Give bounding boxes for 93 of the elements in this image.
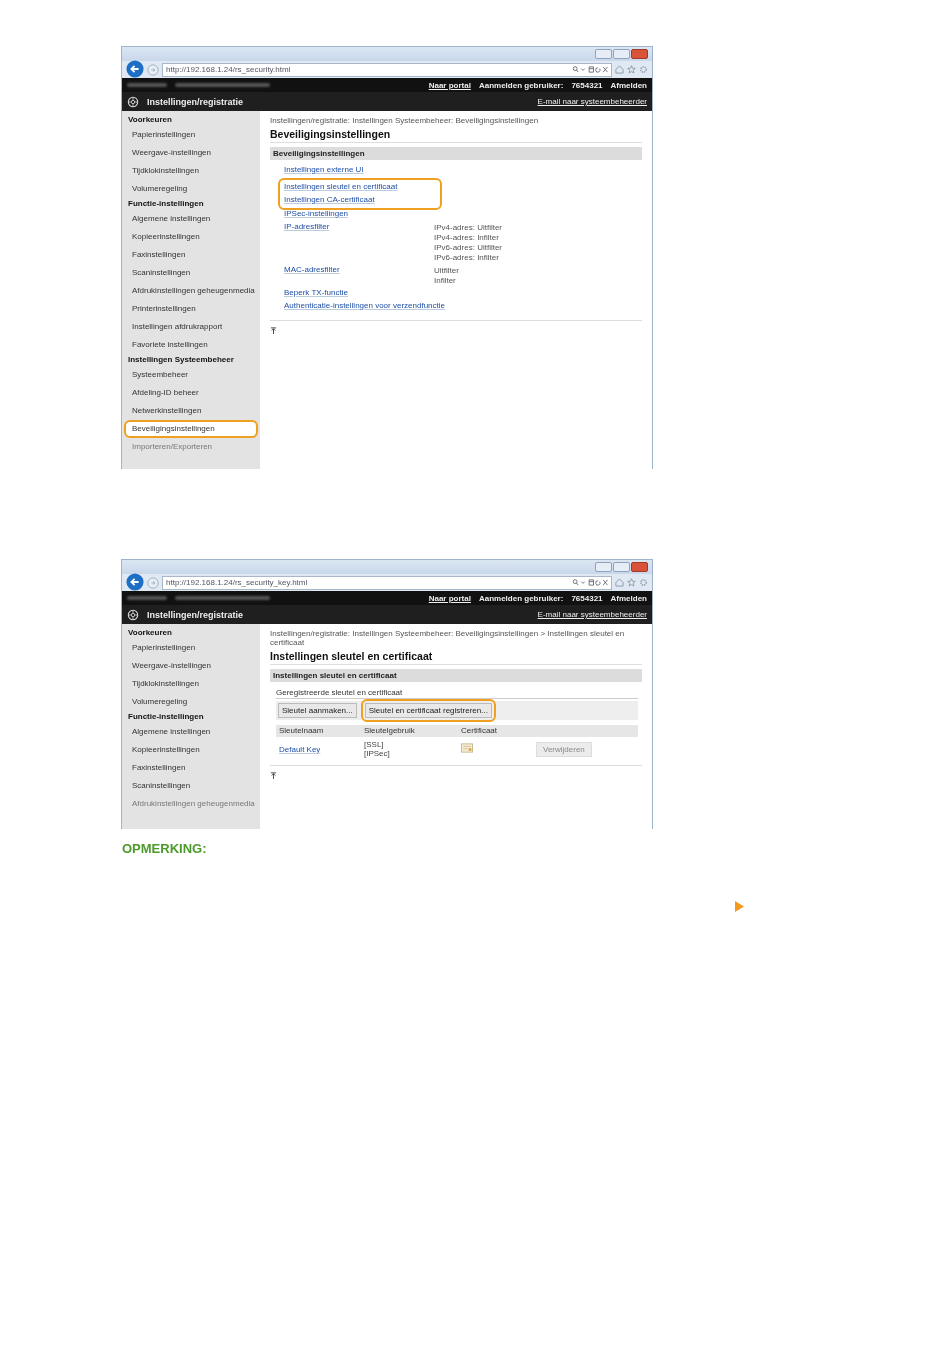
sidebar-item[interactable]: Scaninstellingen [125,777,257,795]
sidebar-item[interactable]: Papierinstellingen [125,639,257,657]
settings-link[interactable]: Instellingen externe UI [284,165,434,174]
logout-link[interactable]: Afmelden [610,80,647,90]
sidebar-item[interactable]: Kopieerinstellingen [125,228,257,246]
page-title: Beveiligingsinstellingen [270,128,642,143]
sidebar-heading: Voorkeuren [127,114,173,126]
sidebar-item[interactable]: Systeembeheer [125,366,257,384]
sidebar-heading: Functie-instellingen [127,711,205,723]
sidebar-item[interactable]: Scaninstellingen [125,264,257,282]
filter-value: Uitfilter [434,266,459,275]
app-title: Instellingen/registratie [147,96,244,107]
settings-link[interactable]: Authenticatie-instellingen voor verzendfunctie [284,301,445,310]
sidebar-item[interactable]: Volumeregeling [125,693,257,711]
breadcrumb: Instellingen/registratie: Instellingen Systeembeheer: Beveiligingsinstellingen > Instellingen sleutel en certificaat [270,629,626,647]
sidebar-item[interactable]: Afdrukinstellingen geheugenmedia [125,795,257,813]
back-to-top-icon[interactable] [270,327,277,334]
address-bar[interactable]: http://192.168.1.24/rs_security.html [162,62,612,77]
close-button[interactable] [631,562,648,572]
breadcrumb: Instellingen/registratie: Instellingen Systeembeheer: Beveiligingsinstellingen [270,116,540,125]
section-header: Instellingen sleutel en certificaat [270,669,642,682]
sidebar-heading: Voorkeuren [127,627,173,639]
section-header: Beveiligingsinstellingen [270,147,642,160]
certificate-icon[interactable] [461,743,473,753]
maximize-button[interactable] [613,562,630,572]
user-label: Aanmelden gebruiker: [478,593,564,603]
sidebar-item[interactable]: Faxinstellingen [125,759,257,777]
address-bar-icons-drawing[interactable] [572,579,608,586]
filter-value: IPv6-adres: Uitfilter [434,243,503,252]
sidebar-item[interactable]: Beveiligingsinstellingen [124,420,258,438]
sidebar-item[interactable]: Algemene instellingen [125,723,257,741]
user-id: 7654321 [571,80,603,90]
email-admin-link[interactable]: E-mail naar systeembeheerder [537,610,647,619]
action-button[interactable]: Sleutel en certificaat registreren... [364,703,492,718]
user-label: Aanmelden gebruiker: [478,80,564,90]
sidebar-item[interactable]: Volumeregeling [125,180,257,198]
filter-value: IPv4-adres: Infilter [434,233,500,242]
maximize-button[interactable] [613,49,630,59]
key-usage: [IPSec] [364,749,391,758]
note-heading: OPMERKING: [122,841,208,856]
portal-link[interactable]: Naar portal [428,80,471,90]
star-icon[interactable] [627,65,636,74]
key-name-link[interactable]: Default Key [279,744,321,754]
sidebar-item[interactable]: Faxinstellingen [125,246,257,264]
sidebar-item[interactable]: Weergave-instellingen [125,657,257,675]
triangle-icon[interactable] [735,901,744,912]
app-title: Instellingen/registratie [147,609,244,620]
column-header: Certificaat [460,725,498,737]
sidebar-heading: Functie-instellingen [127,198,205,210]
home-icon[interactable] [615,578,624,587]
minimize-button[interactable] [595,562,612,572]
filter-value: IPv6-adres: Infilter [434,253,500,262]
page-title: Instellingen sleutel en certificaat [270,650,642,665]
sidebar-item[interactable]: Afdeling-ID beheer [125,384,257,402]
filter-value: Infilter [434,276,457,285]
portal-link[interactable]: Naar portal [428,593,471,603]
sidebar-item[interactable]: Instellingen afdrukrapport [125,318,257,336]
column-header: Sleutelgebruik [363,725,416,737]
address-bar-icons-drawing[interactable] [572,66,608,73]
settings-link[interactable]: IPSec-instellingen [284,209,434,218]
sidebar-item[interactable]: Afdrukinstellingen geheugenmedia [125,282,257,300]
logout-link[interactable]: Afmelden [610,593,647,603]
settings-link[interactable]: Beperk TX-functie [284,288,434,297]
home-icon[interactable] [615,65,624,74]
sidebar-item[interactable]: Papierinstellingen [125,126,257,144]
sidebar-item[interactable]: Netwerkinstellingen [125,402,257,420]
back-to-top-icon[interactable] [270,772,277,779]
sidebar-item[interactable]: Kopieerinstellingen [125,741,257,759]
key-usage: [SSL] [364,740,385,749]
sidebar-item[interactable]: Algemene instellingen [125,210,257,228]
close-button[interactable] [631,49,648,59]
blurred-text [127,83,167,87]
filter-value: IPv4-adres: Uitfilter [434,223,503,232]
sidebar-item[interactable]: Favoriete instellingen [125,336,257,354]
address-bar[interactable]: http://192.168.1.24/rs_security_key.html [162,575,612,590]
email-admin-link[interactable]: E-mail naar systeembeheerder [537,97,647,106]
blurred-text [127,596,167,600]
sidebar-item[interactable]: Importeren/Exporteren [125,438,257,456]
column-header: Sleutelnaam [278,725,325,737]
settings-link[interactable]: Instellingen sleutel en certificaat [284,182,434,191]
sidebar-item[interactable]: Printerinstellingen [125,300,257,318]
minimize-button[interactable] [595,49,612,59]
sidebar-item[interactable]: Weergave-instellingen [125,144,257,162]
sidebar-item[interactable]: Tijdklokinstellingen [125,675,257,693]
settings-link[interactable]: Instellingen CA-certificaat [284,195,434,204]
settings-link[interactable]: IP-adresfilter [284,222,434,231]
settings-link[interactable]: MAC-adresfilter [284,265,434,274]
star-icon[interactable] [627,578,636,587]
action-button[interactable]: Sleutel aanmaken... [278,703,357,718]
sidebar-heading: Instellingen Systeembeheer [127,354,235,366]
sidebar-item[interactable]: Tijdklokinstellingen [125,162,257,180]
subsection-label: Geregistreerde sleutel en certificaat [276,688,638,699]
user-id: 7654321 [571,593,603,603]
